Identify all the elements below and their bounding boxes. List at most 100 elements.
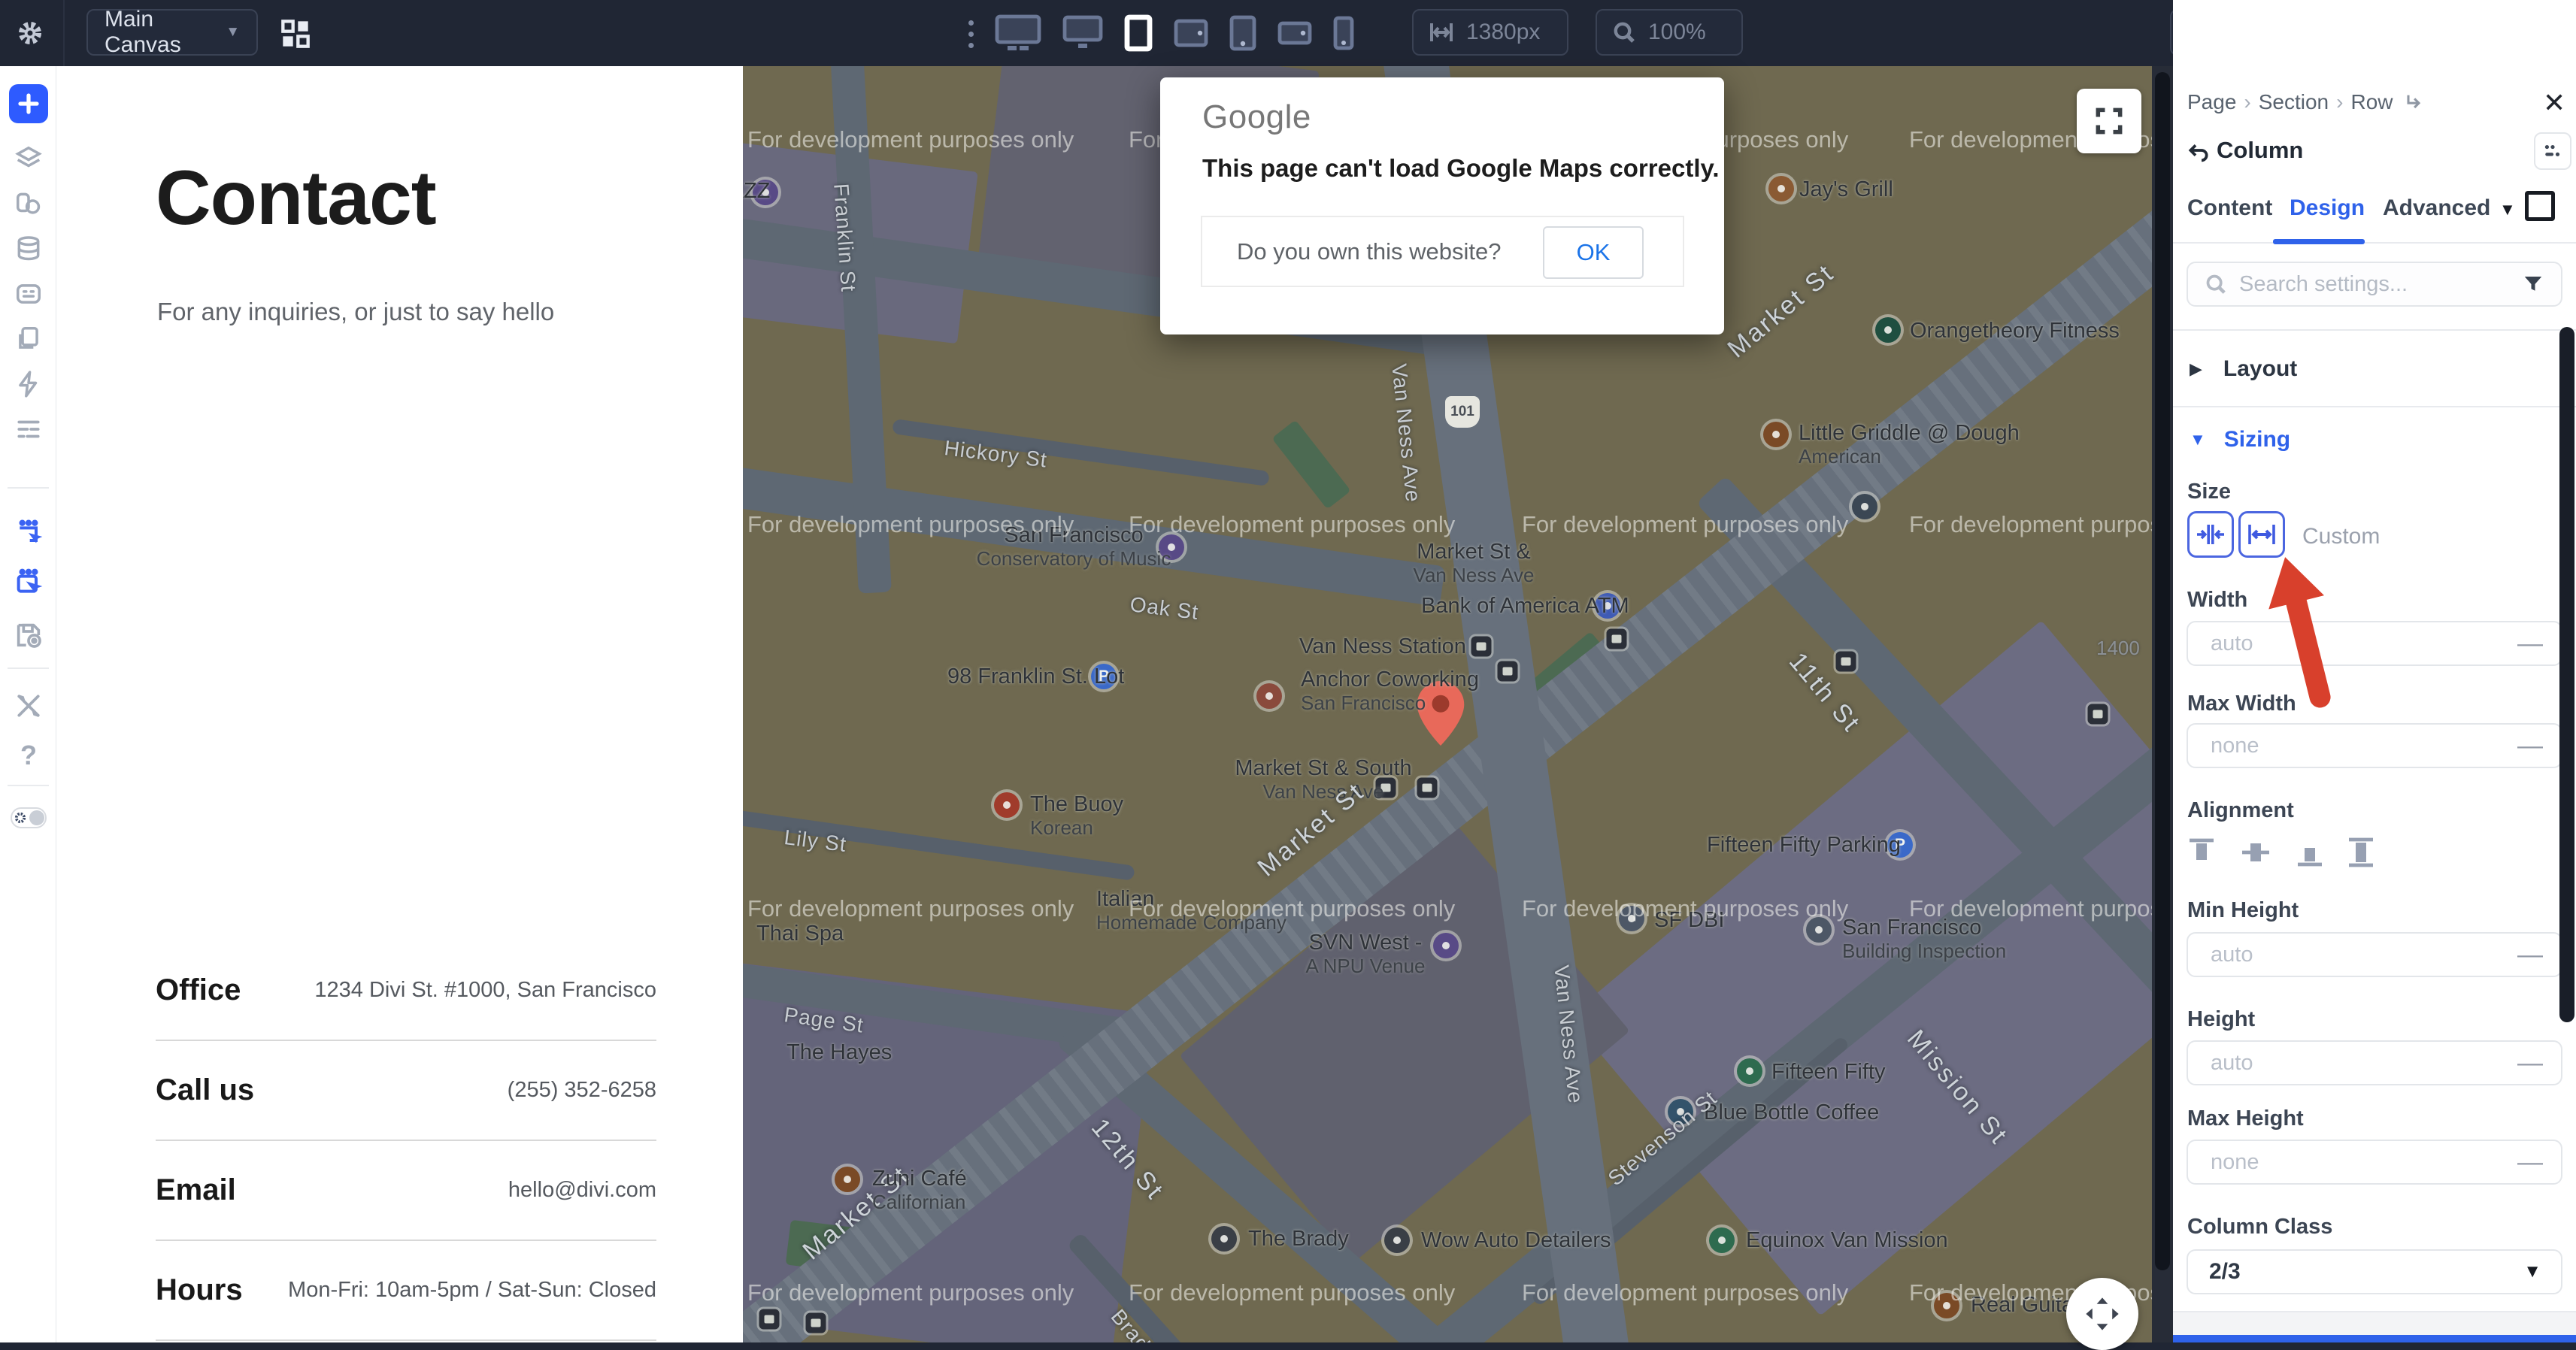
ok-button[interactable]: OK — [1543, 226, 1644, 279]
click-interaction-icon[interactable] — [13, 517, 44, 549]
section-sizing-label: Sizing — [2224, 427, 2290, 453]
width-field[interactable]: — — [2187, 621, 2562, 666]
builder-settings-gear-icon[interactable] — [15, 18, 45, 48]
size-shrink-button[interactable] — [2187, 511, 2234, 558]
height-field[interactable]: — — [2187, 1040, 2562, 1085]
map-marker-icon — [1852, 494, 1877, 519]
size-label: Size — [2187, 480, 2231, 504]
section-sizing[interactable]: ▼ Sizing — [2190, 427, 2290, 453]
max-width-label: Max Width — [2187, 692, 2296, 716]
contact-row-label: Call us — [156, 1073, 254, 1107]
element-title: Column — [2217, 137, 2303, 164]
back-return-icon[interactable] — [2187, 141, 2211, 165]
close-icon[interactable]: ✕ — [2543, 87, 2565, 119]
tab-design[interactable]: Design — [2290, 195, 2365, 221]
chevron-down-icon: ▼ — [2523, 1261, 2541, 1282]
database-icon[interactable] — [13, 233, 44, 265]
tabs-overflow-chevron-icon[interactable]: ▼ — [2499, 200, 2516, 219]
map-label: Oak St — [1129, 592, 1200, 625]
align-bottom-button[interactable] — [2290, 833, 2329, 872]
lightning-bolt-icon[interactable] — [13, 368, 44, 400]
rows-list-icon[interactable] — [13, 413, 44, 445]
map-marker-icon — [1417, 778, 1438, 798]
device-preview-switcher — [994, 14, 1355, 53]
map-label: Wow Auto Detailers — [1421, 1228, 1611, 1253]
map-marker-icon — [759, 1309, 780, 1330]
map-marker-icon — [1709, 1227, 1735, 1253]
map-label: Equinox Van Mission — [1746, 1228, 1948, 1253]
map-marker-icon — [1875, 317, 1901, 343]
min-height-input[interactable] — [2209, 942, 2498, 968]
filter-funnel-icon[interactable] — [2522, 273, 2544, 295]
device-phone-landscape-icon[interactable] — [1277, 20, 1313, 46]
contact-row-value: Mon-Fri: 10am-5pm / Sat-Sun: Closed — [288, 1278, 656, 1303]
section-layout-label: Layout — [2223, 356, 2297, 382]
device-desktop-large-icon[interactable] — [994, 14, 1042, 53]
copy-pages-icon[interactable] — [13, 323, 44, 355]
keyboard-panel-icon[interactable] — [13, 278, 44, 310]
align-middle-button[interactable] — [2236, 833, 2275, 872]
design-assets-icon[interactable] — [13, 188, 44, 219]
tools-icon[interactable] — [13, 690, 44, 722]
module-move-button[interactable] — [2066, 1278, 2138, 1350]
canvas-selector-dropdown[interactable]: Main Canvas ▼ — [86, 9, 258, 56]
map-label: Market St &Van Ness Ave — [1414, 540, 1535, 587]
height-input[interactable] — [2209, 1050, 2498, 1076]
page-title: Contact — [156, 154, 436, 242]
contact-row: Call us (255) 352-6258 — [156, 1041, 656, 1141]
add-module-button[interactable] — [9, 84, 48, 123]
contact-row-value: hello@divi.com — [508, 1178, 656, 1203]
width-input[interactable] — [2209, 631, 2498, 657]
map-marker-icon — [806, 1313, 826, 1333]
layers-icon[interactable] — [13, 143, 44, 174]
tab-advanced[interactable]: Advanced — [2383, 195, 2490, 221]
map-label: Market St — [1722, 259, 1840, 365]
max-width-field[interactable]: — — [2187, 723, 2562, 768]
kebab-menu-icon[interactable] — [965, 20, 976, 48]
device-desktop-icon[interactable] — [1062, 14, 1104, 52]
layout-grid-icon[interactable] — [280, 18, 311, 50]
device-phone-portrait-icon[interactable] — [1332, 15, 1355, 51]
align-stretch-button[interactable] — [2341, 833, 2381, 872]
align-top-button[interactable] — [2182, 833, 2221, 872]
max-width-input[interactable] — [2209, 733, 2498, 759]
help-icon[interactable]: ? — [13, 740, 44, 771]
toggle-knob — [29, 810, 44, 825]
canvas-width-control[interactable]: 1380px — [1412, 9, 1568, 56]
element-options-button[interactable] — [2534, 132, 2571, 170]
settings-search[interactable] — [2187, 262, 2562, 307]
min-height-field[interactable]: — — [2187, 932, 2562, 977]
click-layers-interaction-icon[interactable] — [13, 567, 44, 598]
size-fill-button[interactable] — [2238, 511, 2285, 558]
breadcrumb-section[interactable]: Section — [2259, 90, 2329, 114]
tab-content[interactable]: Content — [2187, 195, 2272, 221]
device-tablet-landscape-icon[interactable] — [1173, 18, 1209, 48]
max-height-field[interactable]: — — [2187, 1140, 2562, 1185]
dash-icon: — — [2517, 731, 2543, 761]
sidebar-divider — [8, 487, 49, 489]
height-label: Height — [2187, 1007, 2255, 1032]
preview-frame-icon[interactable] — [2525, 191, 2555, 221]
panel-scrollbar-thumb[interactable] — [2559, 327, 2574, 1022]
canvas-scrollbar-thumb[interactable] — [2155, 72, 2170, 1270]
device-tablet-portrait-active-icon[interactable] — [1123, 14, 1153, 53]
column-class-select[interactable]: 2/3 ▼ — [2187, 1249, 2562, 1294]
map-fullscreen-button[interactable] — [2077, 89, 2141, 153]
contact-row-label: Office — [156, 973, 241, 1007]
breadcrumb: Page › Section › Row — [2187, 90, 2424, 114]
canvas-width-value: 1380px — [1466, 20, 1540, 45]
map-label: Zuni CaféCalifornian — [872, 1167, 967, 1214]
breadcrumb-page[interactable]: Page — [2187, 90, 2236, 114]
dash-icon: — — [2517, 940, 2543, 970]
settings-toggle[interactable] — [11, 807, 47, 828]
device-tablet-small-icon[interactable] — [1229, 14, 1257, 52]
max-height-input[interactable] — [2209, 1149, 2498, 1176]
map-marker-icon — [1211, 1226, 1237, 1252]
section-layout[interactable]: ▶ Layout — [2190, 356, 2297, 382]
caret-right-icon: ▶ — [2190, 359, 2202, 379]
canvas-zoom-control[interactable]: 100% — [1596, 9, 1743, 56]
map-watermark: For development purposes only — [1522, 895, 1848, 922]
breadcrumb-row[interactable]: Row — [2350, 90, 2393, 114]
search-input[interactable] — [2238, 271, 2511, 298]
save-preset-icon[interactable] — [13, 619, 44, 651]
